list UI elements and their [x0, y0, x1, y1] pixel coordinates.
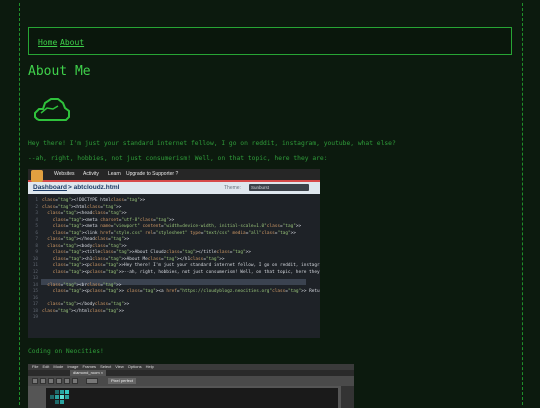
pixel [55, 390, 59, 394]
line-number: 8 [35, 243, 38, 249]
page-frame: Home About About Me Hey there! I'm just … [19, 3, 523, 408]
tool-eyedropper-icon[interactable] [72, 378, 78, 384]
pixel-menu-item[interactable]: Options [128, 364, 142, 369]
line-number: 7 [35, 237, 38, 242]
code-editor[interactable]: 1 class="tag"><!DOCTYPE htmlclass="tag">>… [28, 194, 320, 338]
zoom-field[interactable] [86, 378, 98, 384]
pixel [55, 395, 59, 399]
breadcrumb-dashboard[interactable]: Dashboard [33, 184, 67, 191]
menu-upgrade[interactable]: Upgrade to Supporter ? [126, 171, 178, 177]
line-number: 9 [35, 250, 38, 255]
coding-caption: Coding on Neocities! [28, 348, 104, 355]
menu-websites[interactable]: Websites [54, 171, 74, 177]
pixel-editor-toolbar: Pixel perfect [28, 376, 354, 386]
code-line: class="tag"><meta charset="utf-8"class="… [52, 217, 175, 223]
editor-top-bar: Websites Activity Learn Upgrade to Suppo… [28, 169, 320, 182]
line-number: 13 [32, 276, 38, 281]
pixel [55, 400, 59, 404]
code-line: class="tag"></htmlclass="tag">> [42, 308, 124, 314]
code-line: class="tag"><!DOCTYPE htmlclass="tag">> [42, 198, 146, 203]
theme-label: Theme: [224, 185, 241, 191]
code-line: class="tag"></bodyclass="tag">> [47, 302, 130, 307]
pixel-editor-screenshot: File Edit Mode Image Frames Select View Options… [28, 364, 354, 408]
line-number: 12 [32, 269, 38, 275]
line-number: 1 [35, 198, 38, 203]
cloud-icon [34, 98, 70, 121]
pixel-perfect-toggle[interactable]: Pixel perfect [108, 378, 137, 384]
intro-paragraph: Hey there! I'm just your standard intern… [28, 140, 396, 147]
pixel-menu-item[interactable]: Edit [42, 364, 49, 369]
code-line: class="tag"><titleclass="tag">>About Clo… [52, 250, 251, 255]
tool-move-icon[interactable] [64, 378, 70, 384]
line-number: 10 [32, 256, 38, 262]
pixel-menu-item[interactable]: Frames [83, 364, 97, 369]
code-line: class="tag"><pclass="tag">>Hey there! I'… [52, 263, 320, 268]
code-line: class="tag"><pclass="tag">>--ah, right, … [52, 269, 320, 275]
neocities-logo-icon [31, 170, 43, 182]
code-line: class="tag"><brclass="tag">> [47, 282, 122, 288]
line-number: 5 [35, 224, 38, 229]
menu-learn[interactable]: Learn [108, 171, 121, 177]
menu-activity[interactable]: Activity [83, 171, 99, 177]
pixel [60, 395, 64, 399]
line-number: 16 [32, 295, 38, 301]
pixel-menu-item[interactable]: Help [146, 364, 154, 369]
pixel-menu-item[interactable]: Image [67, 364, 78, 369]
pixel [65, 395, 69, 399]
code-line: class="tag"><link href="style.css" rel="… [52, 230, 296, 236]
theme-select[interactable]: Sunburst [249, 184, 309, 191]
line-number: 19 [32, 315, 38, 320]
tool-select-icon[interactable] [56, 378, 62, 384]
code-line: class="tag"><headclass="tag">> [47, 211, 127, 216]
pixel [65, 390, 69, 394]
code-line: class="tag"><pclass="tag">> class="tag">… [52, 289, 320, 294]
pixel-menu-item[interactable]: Select [100, 364, 111, 369]
tool-eraser-icon[interactable] [40, 378, 46, 384]
pixel [50, 395, 54, 399]
hobbies-paragraph: --ah, right, hobbies, not just consumeri… [28, 155, 328, 162]
line-number: 14 [32, 282, 38, 288]
nav-bar: Home About [28, 27, 512, 55]
pixel-canvas[interactable] [46, 388, 338, 408]
code-line: class="tag"><bodyclass="tag">> [47, 243, 127, 249]
pixel-menu-item[interactable]: View [115, 364, 124, 369]
line-number: 18 [32, 308, 38, 314]
line-number: 4 [35, 217, 38, 223]
line-number: 17 [32, 302, 38, 307]
code-line: class="tag"><h1class="tag">>About Meclas… [52, 256, 225, 262]
line-number: 3 [35, 211, 38, 216]
pixel [60, 390, 64, 394]
nav-link-home[interactable]: Home [38, 38, 57, 47]
tool-fill-icon[interactable] [48, 378, 54, 384]
pixel [60, 400, 64, 404]
pixel-menu-item[interactable]: File [32, 364, 38, 369]
tool-pencil-icon[interactable] [32, 378, 38, 384]
page-title: About Me [28, 64, 91, 79]
line-number: 6 [35, 230, 38, 236]
breadcrumb-file: > abtcloudz.html [68, 184, 120, 191]
neocities-editor-screenshot: Websites Activity Learn Upgrade to Suppo… [28, 169, 320, 338]
code-line: class="tag"><htmlclass="tag">> [42, 204, 122, 210]
line-number: 15 [32, 289, 38, 294]
code-line: class="tag"></headclass="tag">> [47, 237, 130, 242]
code-line: class="tag"><meta name="viewport" conten… [52, 224, 302, 229]
breadcrumb: Dashboard > abtcloudz.html Theme: Sunbur… [28, 182, 320, 194]
pixel-menu-item[interactable]: Mode [53, 364, 63, 369]
line-number: 11 [32, 263, 38, 268]
nav-link-about[interactable]: About [60, 38, 84, 47]
line-number: 2 [35, 204, 38, 210]
